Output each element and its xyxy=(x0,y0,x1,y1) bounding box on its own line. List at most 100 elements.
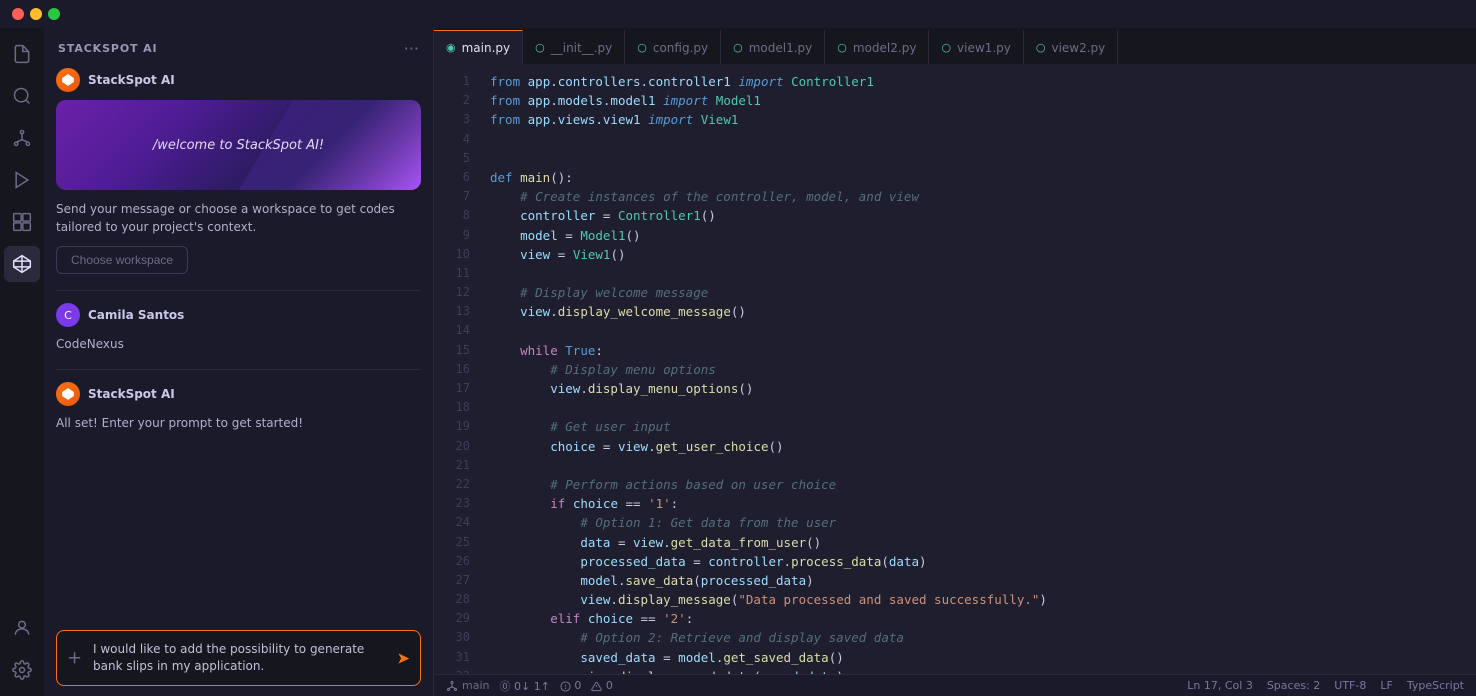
ln-27: 27 xyxy=(434,571,484,590)
tab-label-model2-py: model2.py xyxy=(853,41,917,55)
warning-count[interactable]: 0 xyxy=(591,679,613,692)
tab-label-init-py: __init__.py xyxy=(551,41,613,55)
send-button[interactable]: ➤ xyxy=(397,649,410,668)
code-line-1: from app.controllers.controller1 import … xyxy=(490,72,1476,91)
ln-28: 28 xyxy=(434,590,484,609)
tab-config-py[interactable]: ○ config.py xyxy=(625,30,721,64)
code-line-8: controller = Controller1() xyxy=(490,206,1476,225)
code-line-31: saved_data = model.get_saved_data() xyxy=(490,648,1476,667)
add-attachment-icon[interactable]: + xyxy=(67,648,82,669)
ln-11: 11 xyxy=(434,264,484,283)
ln-5: 5 xyxy=(434,149,484,168)
code-line-2: from app.models.model1 import Model1 xyxy=(490,91,1476,110)
tab-model2-py[interactable]: ○ model2.py xyxy=(825,30,929,64)
code-line-7: # Create instances of the controller, mo… xyxy=(490,187,1476,206)
language-mode[interactable]: TypeScript xyxy=(1407,679,1464,692)
ln-25: 25 xyxy=(434,533,484,552)
code-editor[interactable]: 1 2 3 4 5 6 7 8 9 10 11 12 13 14 15 16 1… xyxy=(434,64,1476,674)
chat-input-box[interactable]: + I would like to add the possibility to… xyxy=(56,630,421,686)
code-line-23: if choice == '1': xyxy=(490,494,1476,513)
code-line-29: elif choice == '2': xyxy=(490,609,1476,628)
activity-bar-bottom xyxy=(4,610,40,688)
tab-init-py[interactable]: ○ __init__.py xyxy=(523,30,625,64)
search-icon[interactable] xyxy=(4,78,40,114)
code-line-5 xyxy=(490,149,1476,168)
sender-name-1: StackSpot AI xyxy=(88,73,175,87)
ln-32: 32 xyxy=(434,667,484,674)
ln-9: 9 xyxy=(434,226,484,245)
activity-bar xyxy=(0,28,44,696)
status-bar-left: main ⓪ 0↓ 1↑ 0 0 xyxy=(446,678,613,694)
sidebar-menu-button[interactable]: ··· xyxy=(404,39,419,58)
python-file-icon-5: ○ xyxy=(837,41,847,54)
chat-message-3: StackSpot AI All set! Enter your prompt … xyxy=(56,382,421,432)
choose-workspace-button[interactable]: Choose workspace xyxy=(56,246,188,274)
settings-icon[interactable] xyxy=(4,652,40,688)
run-icon[interactable] xyxy=(4,162,40,198)
ln-4: 4 xyxy=(434,130,484,149)
ln-18: 18 xyxy=(434,398,484,417)
ln-21: 21 xyxy=(434,456,484,475)
ln-23: 23 xyxy=(434,494,484,513)
ln-10: 10 xyxy=(434,245,484,264)
traffic-lights xyxy=(12,8,60,20)
line-numbers: 1 2 3 4 5 6 7 8 9 10 11 12 13 14 15 16 1… xyxy=(434,64,484,674)
extensions-icon[interactable] xyxy=(4,204,40,240)
ln-20: 20 xyxy=(434,437,484,456)
welcome-banner: /welcome to StackSpot AI! xyxy=(56,100,421,190)
code-line-32: view.display_saved_data(saved_data) xyxy=(490,667,1476,674)
tab-label-view1-py: view1.py xyxy=(957,41,1011,55)
main-layout: STACKSPOT AI ··· StackSpot AI /welcom xyxy=(0,28,1476,696)
tab-bar: ◉ main.py ○ __init__.py ○ config.py ○ mo… xyxy=(434,28,1476,64)
tab-label-view2-py: view2.py xyxy=(1051,41,1105,55)
chat-divider-1 xyxy=(56,290,421,291)
stackspot-icon[interactable] xyxy=(4,246,40,282)
branch-name: main xyxy=(462,679,489,692)
encoding[interactable]: UTF-8 xyxy=(1334,679,1366,692)
ln-16: 16 xyxy=(434,360,484,379)
tab-label-model1-py: model1.py xyxy=(749,41,813,55)
code-line-16: # Display menu options xyxy=(490,360,1476,379)
status-bar: main ⓪ 0↓ 1↑ 0 0 Ln 17, Col 3 xyxy=(434,674,1476,696)
ln-6: 6 xyxy=(434,168,484,187)
files-icon[interactable] xyxy=(4,36,40,72)
close-button[interactable] xyxy=(12,8,24,20)
sync-info[interactable]: ⓪ 0↓ 1↑ xyxy=(499,678,549,694)
code-line-11 xyxy=(490,264,1476,283)
tab-view1-py[interactable]: ○ view1.py xyxy=(929,30,1023,64)
cursor-position[interactable]: Ln 17, Col 3 xyxy=(1187,679,1253,692)
tab-model1-py[interactable]: ○ model1.py xyxy=(721,30,825,64)
tab-label-main-py: main.py xyxy=(462,41,511,55)
code-line-22: # Perform actions based on user choice xyxy=(490,475,1476,494)
git-branch[interactable]: main xyxy=(446,679,489,692)
line-ending[interactable]: LF xyxy=(1380,679,1392,692)
chat-sender-2: C Camila Santos xyxy=(56,303,421,327)
error-count[interactable]: 0 xyxy=(560,679,582,692)
chat-sender-3: StackSpot AI xyxy=(56,382,421,406)
sidebar-title: STACKSPOT AI xyxy=(58,42,158,55)
code-line-4 xyxy=(490,130,1476,149)
stackspot-avatar-2 xyxy=(56,382,80,406)
chat-divider-2 xyxy=(56,369,421,370)
code-content[interactable]: from app.controllers.controller1 import … xyxy=(484,64,1476,674)
ln-19: 19 xyxy=(434,417,484,436)
minimize-button[interactable] xyxy=(30,8,42,20)
titlebar xyxy=(0,0,1476,28)
code-line-18 xyxy=(490,398,1476,417)
message-text-3: All set! Enter your prompt to get starte… xyxy=(56,414,421,432)
maximize-button[interactable] xyxy=(48,8,60,20)
ln-2: 2 xyxy=(434,91,484,110)
python-file-icon-6: ○ xyxy=(941,41,951,54)
ln-8: 8 xyxy=(434,206,484,225)
chat-message-1: StackSpot AI /welcome to StackSpot AI! S… xyxy=(56,68,421,274)
sender-name-2: Camila Santos xyxy=(88,308,184,322)
python-file-icon-4: ○ xyxy=(733,41,743,54)
code-line-26: processed_data = controller.process_data… xyxy=(490,552,1476,571)
account-icon[interactable] xyxy=(4,610,40,646)
python-file-icon-2: ○ xyxy=(535,41,545,54)
tab-view2-py[interactable]: ○ view2.py xyxy=(1024,30,1118,64)
tab-main-py[interactable]: ◉ main.py xyxy=(434,30,523,64)
user-avatar-camila: C xyxy=(56,303,80,327)
spaces-info[interactable]: Spaces: 2 xyxy=(1267,679,1320,692)
source-control-icon[interactable] xyxy=(4,120,40,156)
